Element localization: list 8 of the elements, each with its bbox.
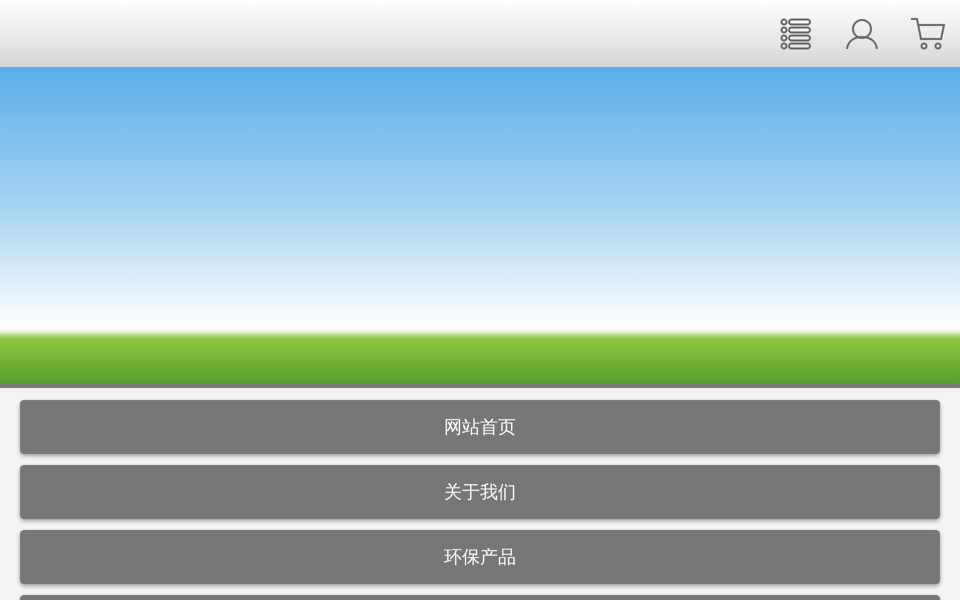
user-icon [845, 18, 879, 50]
menu-button[interactable]: 环保产品 [20, 530, 940, 584]
list-button[interactable] [778, 16, 814, 52]
list-icon [780, 18, 812, 50]
cart-button[interactable] [910, 16, 946, 52]
menu-button[interactable]: 网站首页 [20, 400, 940, 454]
cart-icon [910, 16, 946, 50]
menu-button[interactable]: 关于我们 [20, 465, 940, 519]
